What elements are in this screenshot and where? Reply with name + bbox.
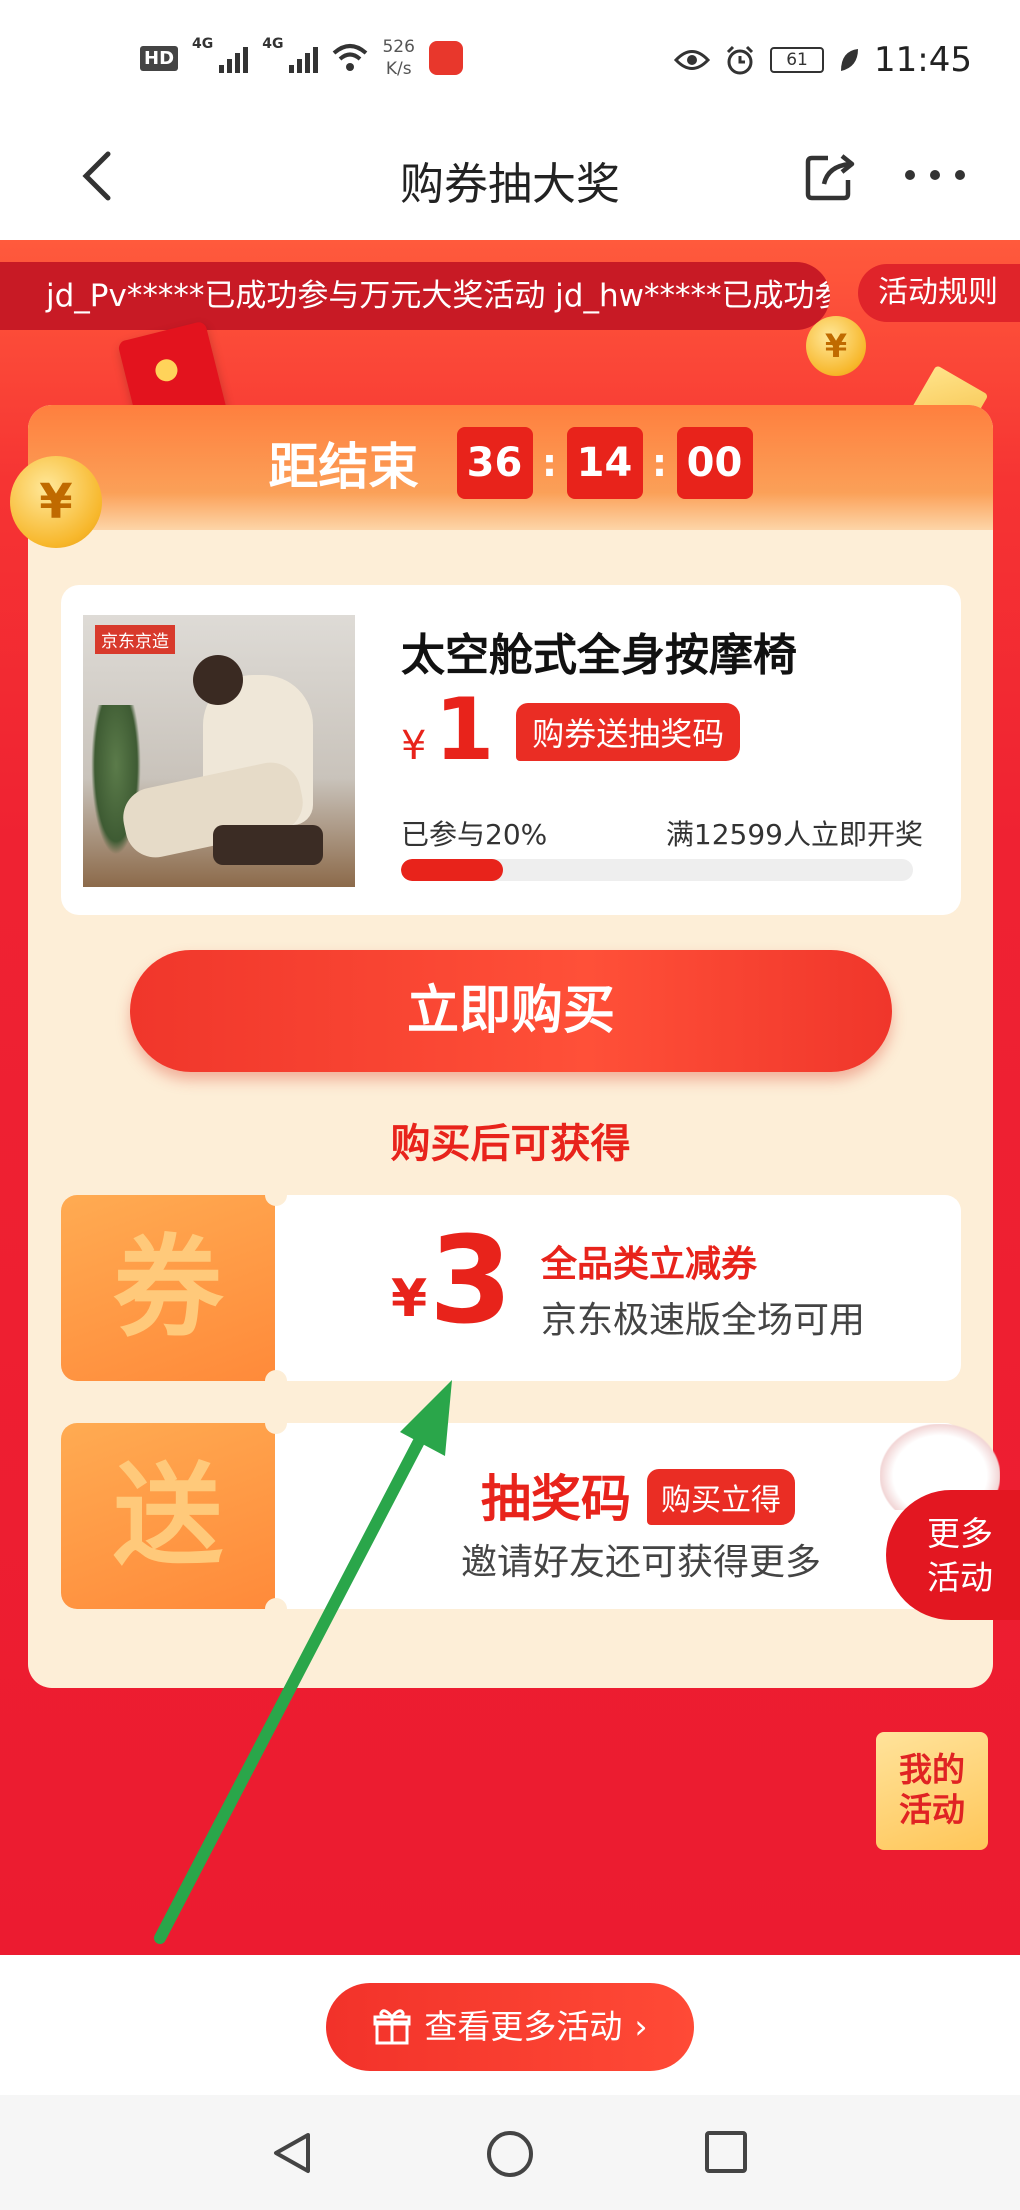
price-tag-badge: 购券送抽奖码	[516, 703, 741, 761]
countdown-separator: :	[651, 441, 668, 485]
participation-progress-label: 已参与20%	[401, 818, 548, 851]
system-back-icon[interactable]	[268, 2129, 316, 2177]
campaign-area: jd_Pv*****已成功参与万元大奖活动 jd_hw*****已成功参与 活动…	[0, 240, 1020, 1955]
my-activities-label-1: 我的	[899, 1750, 965, 1789]
see-more-activities-button[interactable]: 查看更多活动 ›	[326, 1983, 694, 2071]
participation-ticker: jd_Pv*****已成功参与万元大奖活动 jd_hw*****已成功参与	[0, 262, 830, 330]
app-notification-icon	[428, 41, 463, 75]
hd-icon: HD	[140, 45, 179, 71]
more-activities-label-1: 更多	[927, 1514, 993, 1553]
signal-icon-2	[289, 43, 319, 73]
after-purchase-label: 购买后可获得	[390, 1121, 631, 1167]
chevron-right-icon: ›	[634, 2007, 648, 2046]
coupon-value: 3	[429, 1212, 513, 1351]
network-speed-unit: K/s	[385, 59, 412, 79]
ticket-notch	[265, 1412, 287, 1434]
network-speed-value: 526	[382, 37, 415, 57]
progress-fill	[401, 859, 504, 881]
lottery-ticket: 送 抽奖码 购买立得 邀请好友还可获得更多	[61, 1412, 961, 1620]
ticket-notch	[265, 1598, 287, 1620]
coupon-currency: ¥	[391, 1269, 428, 1329]
network-speed: 526 K/s	[382, 36, 414, 80]
coupon-stub: 券	[61, 1195, 275, 1381]
coupon-ticket: 券 ¥ 3 全品类立减券 京东极速版全场可用	[61, 1184, 961, 1392]
page-title: 购券抽大奖	[400, 159, 620, 210]
chair-base-shape	[213, 825, 323, 865]
countdown-separator: :	[541, 441, 558, 485]
product-name: 太空舱式全身按摩椅	[401, 630, 797, 681]
product-card[interactable]: 京东京造 太空舱式全身按摩椅 ¥ 1 购券送抽奖码 已参与20% 满12599人…	[61, 585, 961, 915]
more-options-icon[interactable]	[900, 160, 970, 190]
coin-decoration: ¥	[10, 456, 102, 548]
more-activities-button[interactable]: 更多 活动	[886, 1490, 1020, 1620]
lottery-stub: 送	[61, 1423, 275, 1609]
coupon-title: 全品类立减券	[541, 1244, 758, 1285]
see-more-activities-label: 查看更多活动	[424, 2007, 623, 2046]
battery-icon: 61	[770, 47, 825, 73]
system-recents-icon[interactable]	[703, 2129, 749, 2175]
buy-now-button[interactable]: 立即购买	[130, 950, 892, 1072]
draw-threshold-label: 满12599人立即开奖	[665, 818, 923, 851]
countdown-hours: 36	[456, 427, 533, 499]
lottery-code-title: 抽奖码	[481, 1470, 631, 1528]
wifi-icon	[333, 44, 368, 71]
product-image[interactable]: 京东京造	[83, 615, 355, 887]
status-left: HD 4G 4G 526 K/s	[140, 36, 463, 80]
signal-icon-1	[219, 43, 249, 73]
status-bar: HD 4G 4G 526 K/s 61 11:45	[0, 0, 1020, 120]
participation-progress-bar	[401, 859, 913, 881]
product-brand-logo: 京东京造	[95, 625, 175, 654]
status-right: 61 11:45	[674, 40, 972, 80]
coin-decoration: ¥	[806, 316, 866, 376]
countdown-seconds: 00	[676, 427, 753, 499]
lottery-description: 邀请好友还可获得更多	[461, 1542, 822, 1583]
price-value: 1	[434, 680, 495, 780]
share-icon[interactable]	[800, 146, 860, 206]
ticket-notch	[265, 1184, 287, 1206]
lottery-tag-badge: 购买立得	[647, 1469, 795, 1525]
coupon-description: 京东极速版全场可用	[541, 1300, 866, 1341]
my-activities-label-2: 活动	[899, 1790, 965, 1829]
system-home-icon[interactable]	[485, 2129, 535, 2179]
prize-panel: 距结束 36 : 14 : 00 京东京造 太空舱式全身按摩椅 ¥ 1 购券送抽…	[28, 405, 993, 1688]
activity-rules-button[interactable]: 活动规则	[858, 264, 1020, 322]
ticket-notch	[265, 1370, 287, 1392]
nav-bar: 购券抽大奖	[0, 120, 1020, 240]
system-navigation-bar	[0, 2095, 1020, 2210]
bottom-bar: 查看更多活动 ›	[0, 1955, 1020, 2095]
model-head-shape	[193, 655, 243, 705]
gift-icon	[373, 2009, 411, 2045]
price-row: ¥ 1 购券送抽奖码	[401, 680, 741, 780]
clock: 11:45	[874, 40, 972, 80]
my-activities-button[interactable]: 我的 活动	[876, 1732, 988, 1850]
more-activities-label-2: 活动	[927, 1558, 993, 1597]
countdown-minutes: 14	[566, 427, 643, 499]
alarm-icon	[726, 45, 754, 75]
countdown-label: 距结束	[268, 438, 419, 496]
countdown-header: 距结束 36 : 14 : 00	[28, 405, 993, 530]
leaf-icon	[841, 49, 859, 71]
network-4g-label-2: 4G	[262, 36, 284, 52]
eye-icon	[674, 50, 711, 70]
network-4g-label-1: 4G	[192, 36, 214, 52]
countdown: 距结束 36 : 14 : 00	[28, 427, 993, 499]
price-currency: ¥	[401, 723, 427, 769]
